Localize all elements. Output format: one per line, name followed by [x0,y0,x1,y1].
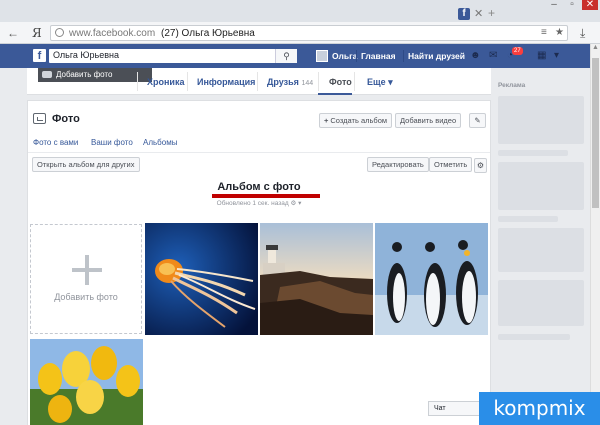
yandex-button[interactable]: Я [32,26,42,40]
create-album-button[interactable]: + Создать альбом [319,113,393,128]
open-album-for-others-button[interactable]: Открыть альбом для других [32,157,140,172]
address-bar: ← Я www.facebook.com (27) Ольга Юрьевна … [0,22,600,44]
messages-icon[interactable]: ✉ [489,50,497,61]
ad-image-placeholder[interactable] [498,228,584,272]
photo-jellyfish[interactable] [145,223,258,335]
search-value: Ольга Юрьевна [53,50,119,60]
tab-photos[interactable]: Фото [329,77,352,87]
photo-penguins[interactable] [375,223,488,335]
photo-tulips[interactable] [30,339,143,425]
find-friends-link[interactable]: Найти друзей [408,51,465,61]
facebook-logo[interactable]: f [33,49,46,62]
tab-divider [318,72,319,91]
album-title: Альбом с фото [217,181,301,193]
ad-text-placeholder [498,334,570,340]
facebook-header: f Ольга Юрьевна ⚲ Ольга Главная Найти др… [0,44,590,68]
add-profile-photo-button[interactable]: Добавить фото [38,68,152,82]
profile-navigation: Добавить фото Хроника Информация Друзья … [27,68,491,95]
tab-timeline[interactable]: Хроника [147,77,184,87]
tab-more[interactable]: Еще ▾ [367,77,393,88]
tab-friends[interactable]: Друзья 144 [267,77,313,87]
profile-name-link[interactable]: Ольга [332,51,357,61]
tab-divider [257,72,258,91]
notification-count-badge: 27 [512,47,523,55]
tab-divider [137,72,138,91]
search-input[interactable]: Ольга Юрьевна ⚲ [49,49,297,63]
header-divider [356,50,357,62]
minimize-window-icon[interactable]: – [546,0,562,10]
add-profile-photo-label: Добавить фото [56,70,113,79]
page-menu-icon[interactable]: ≡ [541,27,547,38]
active-tab-indicator [318,93,352,95]
site-info-icon[interactable] [55,28,64,37]
page-scrollbar[interactable]: ▲ [590,44,600,425]
watermark-logo: kompmix [479,392,600,425]
new-tab-icon[interactable]: + [488,6,495,20]
close-tab-icon[interactable]: ✕ [474,7,483,20]
photos-icon [33,113,46,124]
subtab-photos-of-you[interactable]: Фото с вами [33,138,78,147]
chat-bar[interactable]: Чат (Отключен) [428,401,480,416]
maximize-window-icon[interactable]: ▫ [564,0,580,10]
subtab-albums[interactable]: Альбомы [143,138,177,147]
tab-divider [187,72,188,91]
subtab-your-photos[interactable]: Ваши фото [91,138,133,147]
edit-album-button[interactable]: Редактировать [367,157,429,172]
ad-image-placeholder[interactable] [498,280,584,326]
home-link[interactable]: Главная [361,51,396,61]
ads-label: Реклама [498,82,526,89]
avatar[interactable] [316,50,328,62]
tab-friends-label: Друзья [267,77,299,87]
create-album-label: Создать альбом [330,116,388,125]
add-photo-tile[interactable]: Добавить фото [30,224,142,334]
photo-lighthouse[interactable] [260,223,373,335]
ad-image-placeholder[interactable] [498,96,584,144]
privacy-shortcuts-icon[interactable]: ▦ [537,50,546,61]
back-arrow-icon[interactable]: ← [7,26,19,40]
url-domain: www.facebook.com [69,28,156,39]
download-icon[interactable]: ⤓ [580,26,585,41]
tulips-image [30,339,143,425]
tab-divider [354,72,355,91]
ad-image-placeholder[interactable] [498,162,584,210]
album-title-underline [212,194,320,198]
add-video-button[interactable]: Добавить видео [395,113,462,128]
scroll-up-arrow-icon[interactable]: ▲ [592,44,599,51]
account-menu-icon[interactable]: ▾ [554,50,559,61]
divider [28,152,490,153]
close-window-icon[interactable]: ✕ [582,0,598,10]
page-title: Фото [52,113,80,125]
facebook-favicon-icon[interactable]: f [458,8,470,20]
plus-icon [72,255,102,285]
tag-button[interactable]: Отметить [429,157,473,172]
album-updated-info[interactable]: Обновлено 1 сек. назад ⚙ ▾ [28,199,490,207]
url-page-title: (27) Ольга Юрьевна [161,28,255,39]
audience-icon[interactable]: ⚙ ▾ [290,200,301,207]
jellyfish-image [145,223,258,335]
lighthouse-image [260,223,373,335]
url-field[interactable]: www.facebook.com (27) Ольга Юрьевна ≡ ★ [50,25,568,41]
right-sidebar: Реклама [491,68,590,425]
edit-pencil-icon[interactable]: ✎ [469,113,486,128]
header-divider [403,50,404,62]
add-photo-tile-label: Добавить фото [54,292,118,302]
photos-card: Фото + Создать альбом Добавить видео ✎ Фо… [27,100,491,425]
camera-icon [42,71,52,78]
penguins-image [375,223,488,335]
browser-tab-strip: f ✕ + – ▫ ✕ [0,0,600,22]
bookmark-star-icon[interactable]: ★ [555,27,564,38]
scrollbar-thumb[interactable] [592,58,599,208]
gear-icon[interactable]: ⚙ [474,158,487,173]
ad-text-placeholder [498,150,568,156]
album-updated-time: Обновлено 1 сек. назад [216,200,289,207]
tab-about[interactable]: Информация [197,77,255,87]
ad-text-placeholder [498,216,558,222]
friends-count: 144 [301,80,314,87]
search-icon[interactable]: ⚲ [275,49,297,63]
friend-requests-icon[interactable]: ☻ [470,50,481,61]
